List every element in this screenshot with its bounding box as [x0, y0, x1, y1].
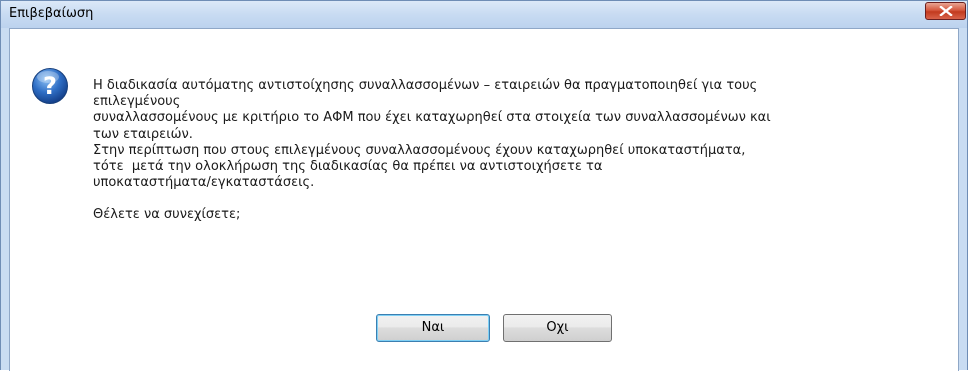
confirmation-question: Θέλετε να συνεχίσετε; — [93, 207, 241, 223]
message-line: Στην περίπτωση που στους επιλεγμένους συ… — [93, 142, 746, 158]
close-button[interactable] — [925, 2, 966, 20]
message-line: τότε μετά την ολοκλήρωση της διαδικασίας… — [93, 159, 603, 175]
message-spacer — [93, 191, 953, 207]
message-line: υποκαταστήματα/εγκαταστάσεις. — [93, 175, 315, 191]
message-line: των εταιρειών. — [93, 126, 193, 142]
no-button[interactable]: Οχι — [503, 314, 612, 342]
window-title: Επιβεβαίωση — [9, 6, 94, 21]
yes-button[interactable]: Ναι — [376, 314, 490, 342]
title-bar[interactable]: Επιβεβαίωση — [1, 1, 967, 28]
message-text: Η διαδικασία αυτόματης αντιστοίχησης συν… — [93, 78, 953, 224]
close-icon — [939, 6, 953, 16]
message-line: επιλεγμένους — [93, 94, 181, 110]
question-icon: ? — [32, 68, 68, 104]
svg-text:?: ? — [43, 72, 57, 100]
message-line: Η διαδικασία αυτόματης αντιστοίχησης συν… — [93, 78, 758, 93]
message-line: συναλλασσομένους με κριτήριο το ΑΦΜ που … — [93, 110, 771, 126]
